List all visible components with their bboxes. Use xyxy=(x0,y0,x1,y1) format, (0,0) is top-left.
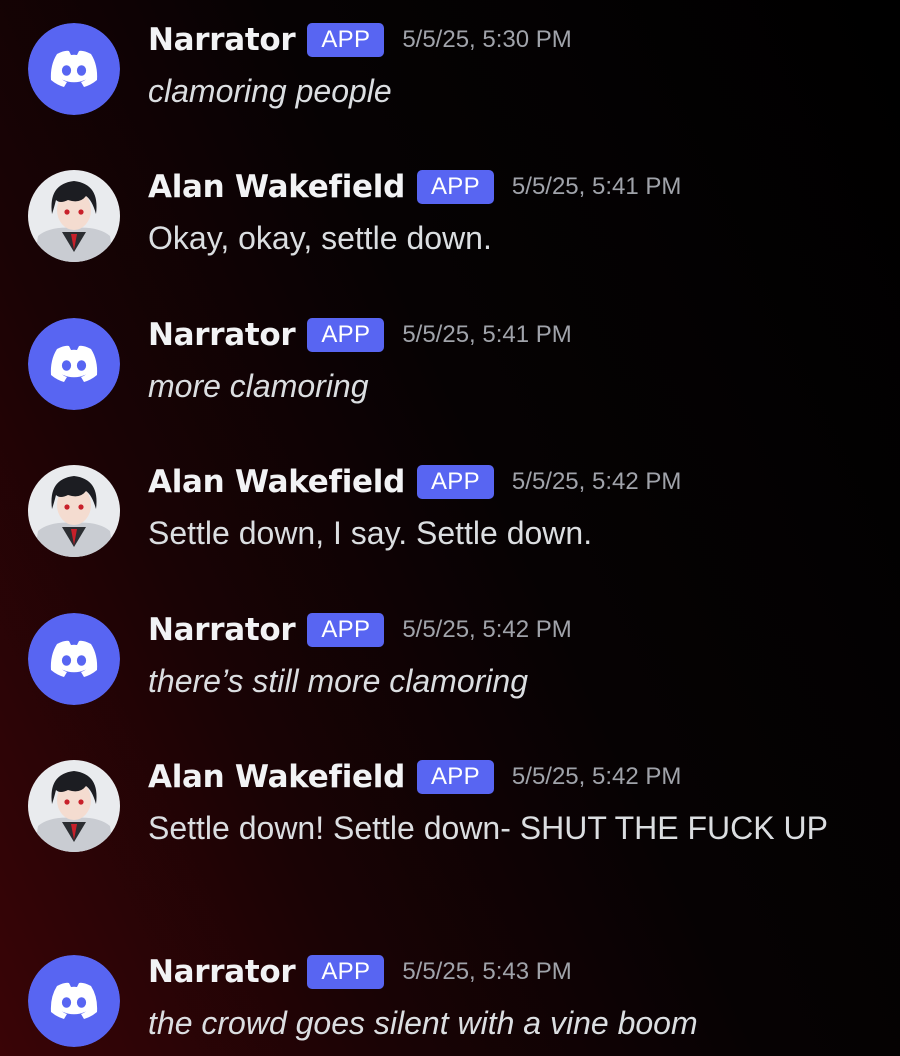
message-content: clamoring people xyxy=(148,73,392,109)
avatar[interactable] xyxy=(28,23,120,115)
timestamp: 5/5/25, 5:43 PM xyxy=(402,958,572,985)
message-header: Narrator APP 5/5/25, 5:42 PM xyxy=(148,610,572,650)
message-header: Alan Wakefield APP 5/5/25, 5:42 PM xyxy=(148,757,681,797)
app-badge: APP xyxy=(307,318,385,352)
username[interactable]: Narrator xyxy=(148,954,296,990)
message-content: there’s still more clamoring xyxy=(148,663,528,699)
avatar[interactable] xyxy=(28,613,120,705)
username[interactable]: Narrator xyxy=(148,612,296,648)
message-content: more clamoring xyxy=(148,368,369,404)
app-badge: APP xyxy=(416,170,494,204)
app-badge: APP xyxy=(307,23,385,57)
app-badge: APP xyxy=(307,955,385,989)
anime-character-avatar xyxy=(28,465,120,557)
chat-message-list[interactable]: Narrator APP 5/5/25, 5:30 PM clamoring p… xyxy=(0,0,900,1056)
avatar[interactable] xyxy=(28,760,120,852)
message-header: Narrator APP 5/5/25, 5:41 PM xyxy=(148,315,572,355)
discord-logo-icon xyxy=(28,613,120,705)
discord-logo-icon xyxy=(28,955,120,1047)
avatar[interactable] xyxy=(28,465,120,557)
timestamp: 5/5/25, 5:42 PM xyxy=(511,763,682,790)
timestamp: 5/5/25, 5:41 PM xyxy=(511,173,682,200)
app-badge: APP xyxy=(307,613,385,647)
app-badge: APP xyxy=(416,760,494,794)
avatar[interactable] xyxy=(28,318,120,410)
username[interactable]: Narrator xyxy=(148,317,296,353)
timestamp: 5/5/25, 5:42 PM xyxy=(511,468,682,495)
anime-character-avatar xyxy=(28,760,120,852)
anime-character-avatar xyxy=(28,170,120,262)
timestamp: 5/5/25, 5:41 PM xyxy=(402,321,572,348)
timestamp: 5/5/25, 5:42 PM xyxy=(402,616,572,643)
avatar[interactable] xyxy=(28,170,120,262)
message-content: the crowd goes silent with a vine boom xyxy=(148,1005,698,1041)
username[interactable]: Narrator xyxy=(148,22,296,58)
app-badge: APP xyxy=(416,465,494,499)
message-content: Settle down! Settle down- SHUT THE FUCK … xyxy=(148,810,828,846)
username[interactable]: Alan Wakefield xyxy=(148,759,405,795)
avatar[interactable] xyxy=(28,955,120,1047)
discord-logo-icon xyxy=(28,318,120,410)
username[interactable]: Alan Wakefield xyxy=(148,169,405,205)
username[interactable]: Alan Wakefield xyxy=(148,464,405,500)
message-header: Alan Wakefield APP 5/5/25, 5:41 PM xyxy=(148,167,681,207)
timestamp: 5/5/25, 5:30 PM xyxy=(402,26,572,53)
message-header: Alan Wakefield APP 5/5/25, 5:42 PM xyxy=(148,462,681,502)
message-content: Settle down, I say. Settle down. xyxy=(148,515,593,551)
message-content: Okay, okay, settle down. xyxy=(148,220,492,256)
message-header: Narrator APP 5/5/25, 5:43 PM xyxy=(148,952,572,992)
discord-logo-icon xyxy=(28,23,120,115)
message-header: Narrator APP 5/5/25, 5:30 PM xyxy=(148,20,572,60)
